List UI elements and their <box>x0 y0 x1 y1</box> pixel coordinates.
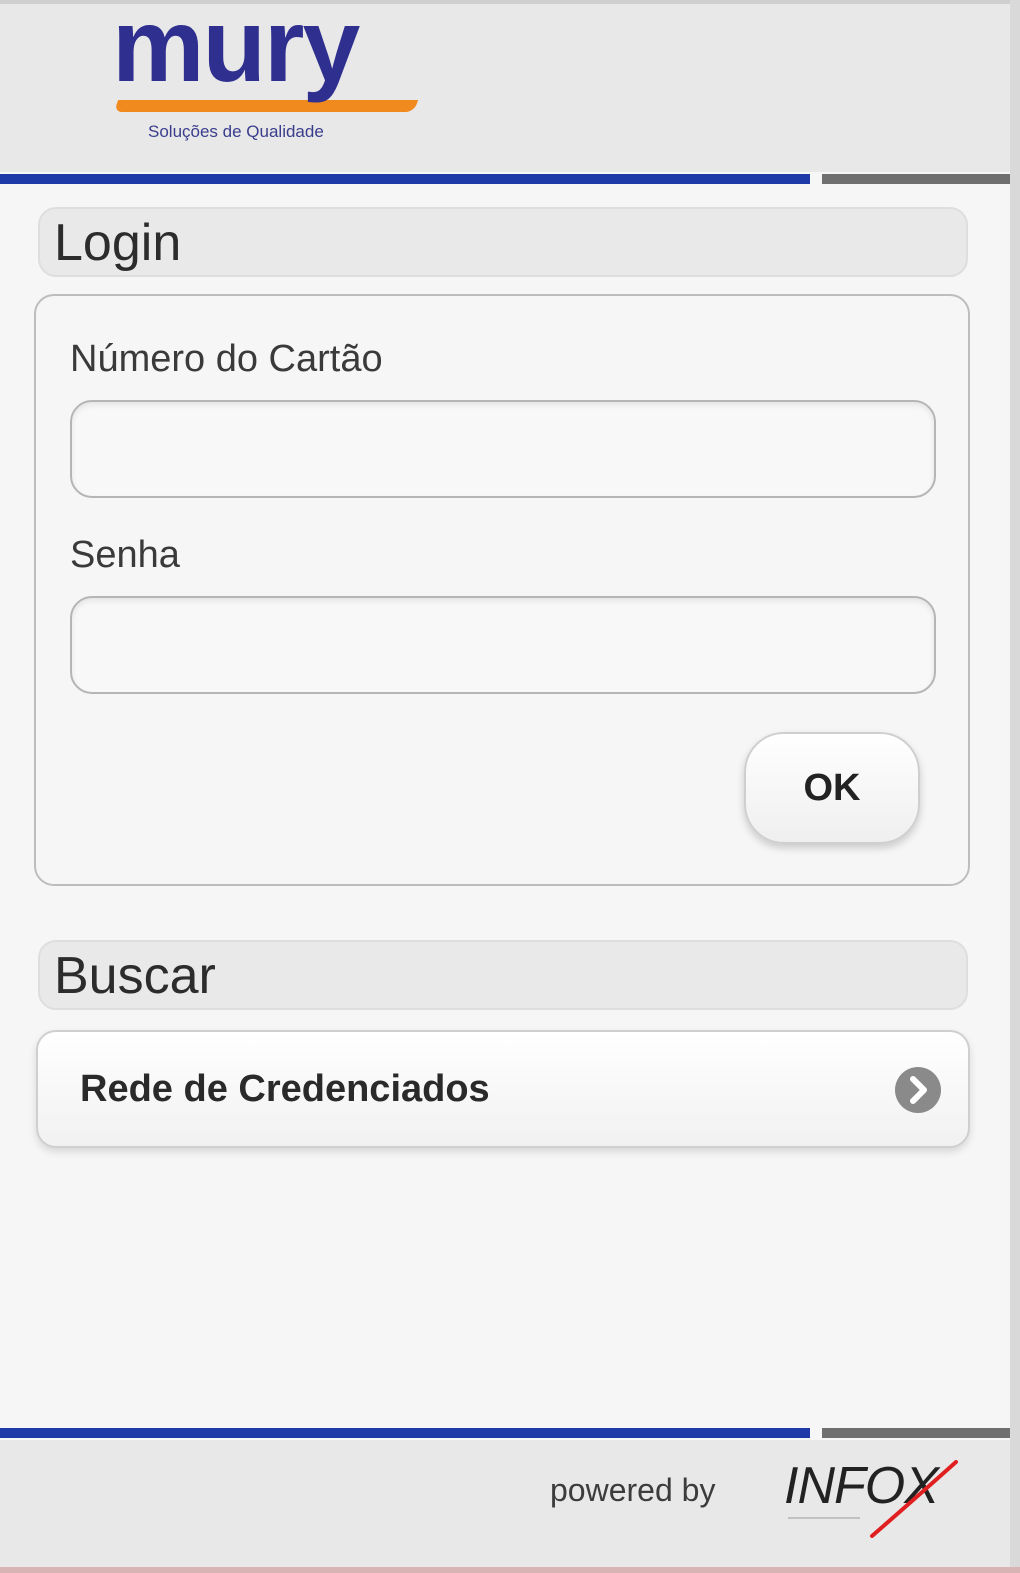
infox-logo: INFOX <box>780 1458 960 1538</box>
search-section-header: Buscar <box>38 940 968 1010</box>
list-item-rede-de-credenciados[interactable]: Rede de Credenciados <box>36 1030 970 1148</box>
card-number-input[interactable] <box>70 400 936 498</box>
login-form: Número do Cartão Senha OK <box>34 294 970 886</box>
bottom-edge <box>0 1567 1020 1573</box>
logo-tagline: Soluções de Qualidade <box>148 122 324 141</box>
login-title: Login <box>54 214 182 272</box>
search-title: Buscar <box>54 947 216 1005</box>
header-divider-gray <box>822 174 1010 184</box>
powered-by-text: powered by <box>550 1472 716 1508</box>
ok-button[interactable]: OK <box>744 732 920 844</box>
password-label: Senha <box>70 534 180 576</box>
header: mury Soluções de Qualidade <box>0 0 1010 172</box>
footer-divider-gray <box>822 1428 1010 1438</box>
infox-swoosh <box>788 1460 958 1538</box>
logo-text: mury <box>112 0 360 104</box>
mury-logo: mury Soluções de Qualidade <box>112 0 442 147</box>
login-section-header: Login <box>38 207 968 277</box>
chevron-right-icon <box>895 1067 941 1113</box>
right-border <box>1010 0 1020 1573</box>
header-divider-blue <box>0 174 810 184</box>
list-item-label: Rede de Credenciados <box>80 1068 490 1110</box>
card-number-label: Número do Cartão <box>70 338 383 380</box>
password-input[interactable] <box>70 596 936 694</box>
footer-divider-blue <box>0 1428 810 1438</box>
app-frame: mury Soluções de Qualidade Login Número … <box>0 0 1010 1573</box>
footer: powered by INFOX <box>0 1440 1010 1573</box>
